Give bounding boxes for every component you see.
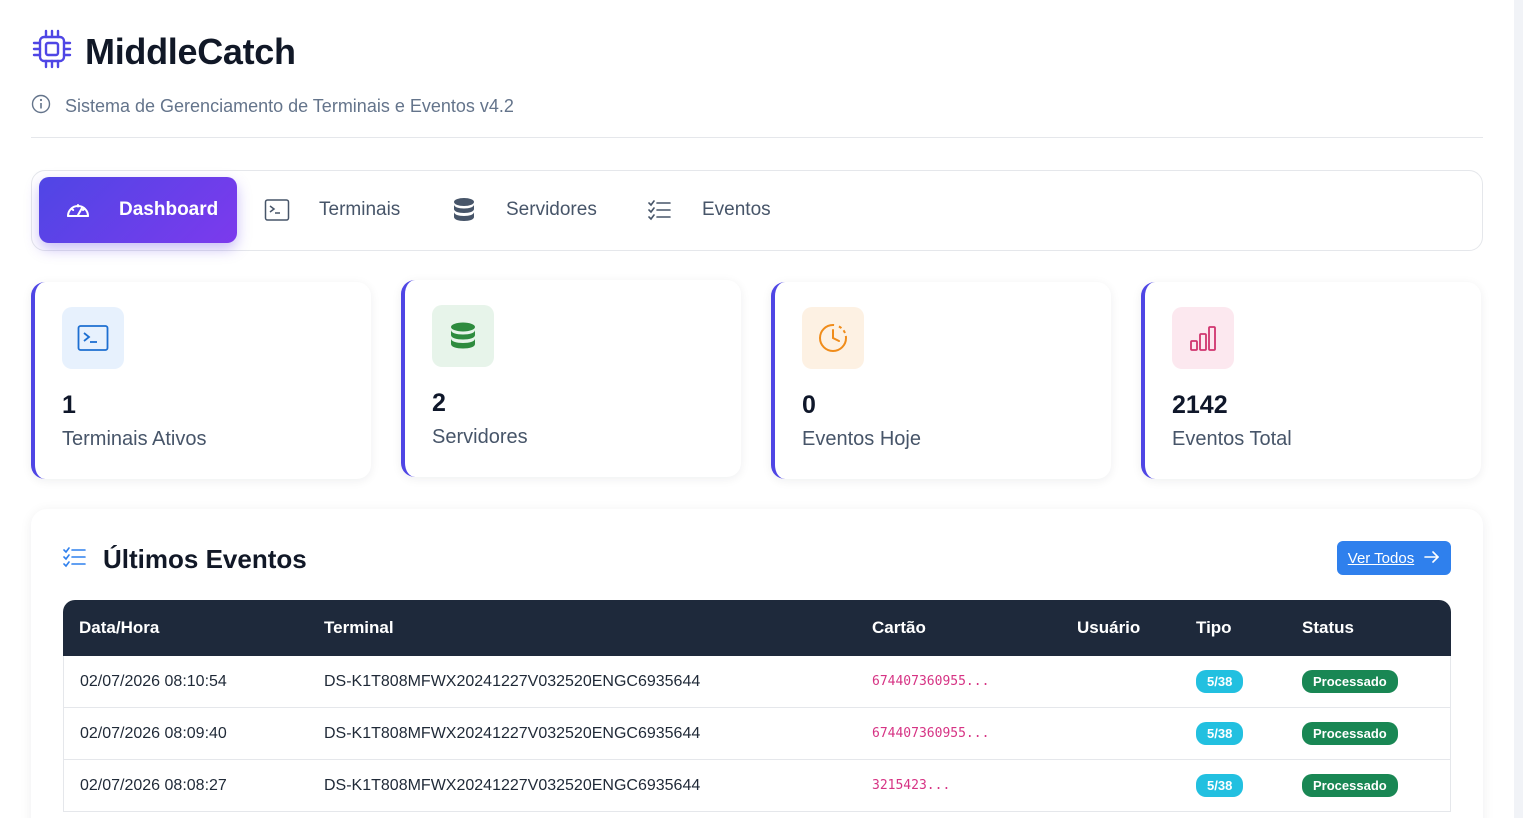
tab-dashboard-label: Dashboard	[119, 199, 219, 220]
stat-label: Eventos Hoje	[802, 428, 921, 450]
cell-card: 3215423...	[856, 760, 1061, 812]
cell-terminal: DS-K1T808MFWX20241227V032520ENGC6935644	[308, 760, 856, 812]
status-badge: Processado	[1302, 774, 1398, 797]
cell-user	[1061, 656, 1180, 708]
list-check-icon	[646, 196, 674, 224]
dashboard-page: MiddleCatch Sistema de Gerenciamento de …	[0, 0, 1514, 818]
stat-card-servidores: 2 Servidores	[401, 280, 741, 477]
header-divider	[31, 137, 1483, 138]
cell-type: 5/38	[1180, 708, 1286, 760]
cell-card: 674407360955...	[856, 708, 1061, 760]
tab-eventos[interactable]: Eventos	[620, 177, 797, 243]
column-header: Cartão	[856, 600, 1061, 656]
tab-terminais[interactable]: Terminais	[237, 177, 426, 243]
cell-terminal: DS-K1T808MFWX20241227V032520ENGC6935644	[308, 708, 856, 760]
view-all-button[interactable]: Ver Todos	[1337, 541, 1451, 575]
status-badge: Processado	[1302, 722, 1398, 745]
tab-dashboard[interactable]: Dashboard	[39, 177, 237, 243]
bar-chart-icon	[1172, 307, 1234, 369]
stat-label: Servidores	[432, 426, 528, 448]
events-table: Data/Hora Terminal Cartão Usuário Tipo S…	[63, 600, 1451, 812]
cell-status: Processado	[1286, 760, 1451, 812]
cell-type: 5/38	[1180, 656, 1286, 708]
stat-value: 2	[432, 389, 446, 417]
stat-card-terminais: 1 Terminais Ativos	[31, 282, 371, 479]
type-badge: 5/38	[1196, 670, 1244, 693]
main-nav: Dashboard Terminais Servidores Eventos	[31, 170, 1483, 251]
table-row[interactable]: 02/07/2026 08:10:54 DS-K1T808MFWX2024122…	[63, 656, 1451, 708]
tab-servidores-label: Servidores	[506, 199, 597, 220]
column-header: Usuário	[1061, 600, 1180, 656]
tab-servidores[interactable]: Servidores	[424, 177, 623, 243]
cell-type: 5/38	[1180, 760, 1286, 812]
app-subtitle: Sistema de Gerenciamento de Terminais e …	[31, 94, 514, 119]
arrow-right-icon	[1424, 550, 1440, 567]
stat-value: 1	[62, 391, 76, 419]
stat-card-eventos-hoje: 0 Eventos Hoje	[771, 282, 1111, 479]
cell-datetime: 02/07/2026 08:09:40	[63, 708, 308, 760]
stat-label: Terminais Ativos	[62, 428, 207, 450]
terminal-icon	[263, 196, 291, 224]
database-icon	[450, 196, 478, 224]
app-title: MiddleCatch	[85, 30, 296, 72]
terminal-icon	[62, 307, 124, 369]
info-icon	[31, 94, 51, 119]
table-header-row: Data/Hora Terminal Cartão Usuário Tipo S…	[63, 600, 1451, 656]
cell-status: Processado	[1286, 656, 1451, 708]
status-badge: Processado	[1302, 670, 1398, 693]
latest-events-panel: Últimos Eventos Ver Todos Data/Hora Term…	[31, 509, 1483, 818]
tab-eventos-label: Eventos	[702, 199, 771, 220]
stat-label: Eventos Total	[1172, 428, 1292, 450]
type-badge: 5/38	[1196, 722, 1244, 745]
cpu-icon	[31, 28, 73, 75]
table-row[interactable]: 02/07/2026 08:09:40 DS-K1T808MFWX2024122…	[63, 708, 1451, 760]
stat-card-eventos-total: 2142 Eventos Total	[1141, 282, 1481, 479]
cell-user	[1061, 708, 1180, 760]
stat-value: 2142	[1172, 391, 1228, 419]
cell-status: Processado	[1286, 708, 1451, 760]
column-header: Status	[1286, 600, 1451, 656]
column-header: Tipo	[1180, 600, 1286, 656]
column-header: Terminal	[308, 600, 856, 656]
panel-title: Últimos Eventos	[103, 544, 307, 574]
cell-datetime: 02/07/2026 08:10:54	[63, 656, 308, 708]
stat-value: 0	[802, 391, 816, 419]
cell-datetime: 02/07/2026 08:08:27	[63, 760, 308, 812]
clock-icon	[802, 307, 864, 369]
tab-terminais-label: Terminais	[319, 199, 401, 220]
app-brand: MiddleCatch	[31, 28, 296, 75]
column-header: Data/Hora	[63, 600, 308, 656]
list-check-icon	[63, 546, 87, 573]
table-row[interactable]: 02/07/2026 08:08:27 DS-K1T808MFWX2024122…	[63, 760, 1451, 812]
cell-card: 674407360955...	[856, 656, 1061, 708]
cell-terminal: DS-K1T808MFWX20241227V032520ENGC6935644	[308, 656, 856, 708]
type-badge: 5/38	[1196, 774, 1244, 797]
speedometer-icon	[65, 196, 91, 224]
database-icon	[432, 305, 494, 367]
panel-header: Últimos Eventos	[63, 544, 307, 575]
subtitle-text: Sistema de Gerenciamento de Terminais e …	[65, 96, 514, 116]
page-scrollbar[interactable]	[1514, 0, 1523, 818]
view-all-label: Ver Todos	[1347, 549, 1415, 567]
cell-user	[1061, 760, 1180, 812]
